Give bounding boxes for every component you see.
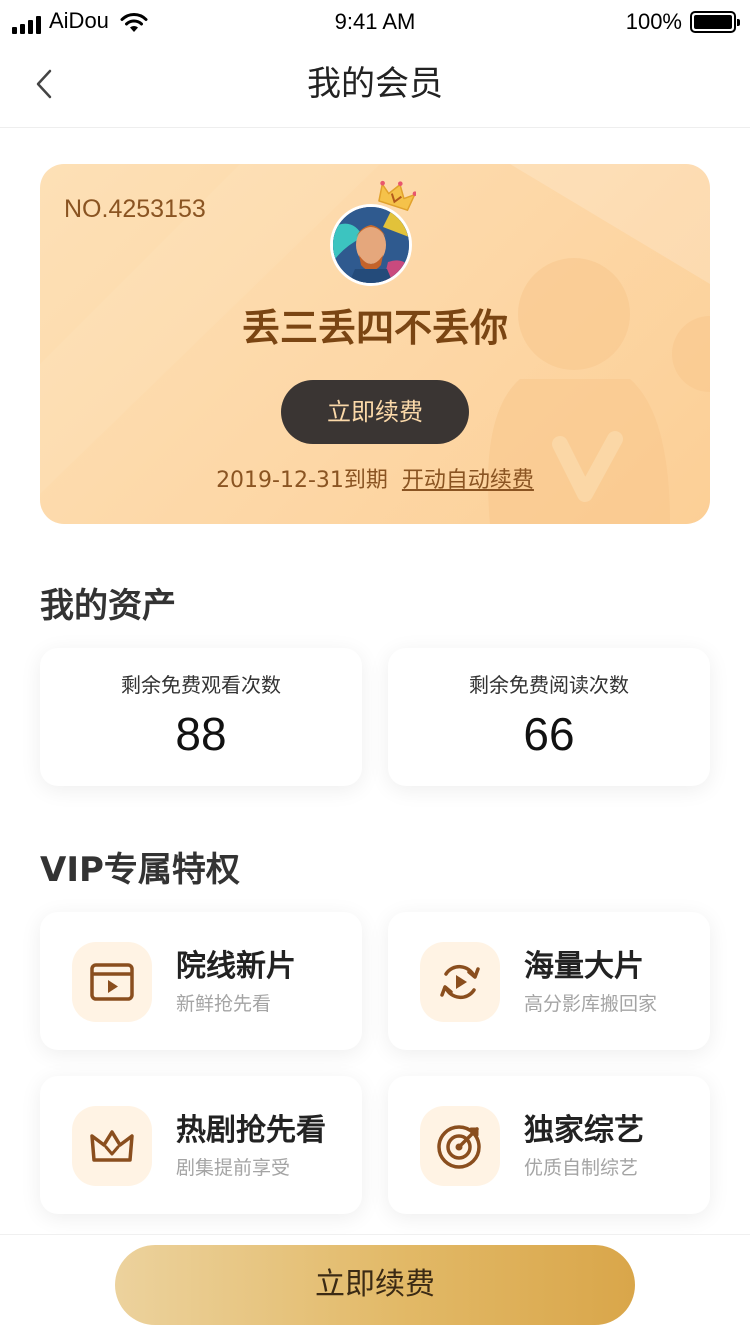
- battery-icon: [690, 11, 740, 33]
- privilege-icon-bg: [72, 1106, 152, 1186]
- crown-badge-icon: [378, 180, 416, 211]
- asset-card-read: 剩余免费阅读次数 66: [388, 648, 710, 786]
- auto-renew-link[interactable]: 开动自动续费: [402, 468, 534, 493]
- avatar[interactable]: [330, 204, 412, 286]
- asset-value: 66: [523, 708, 575, 760]
- privilege-title: 热剧抢先看: [176, 1113, 326, 1148]
- privilege-hot-dramas[interactable]: 热剧抢先看 剧集提前享受: [40, 1076, 362, 1214]
- crown-icon: [90, 1130, 134, 1162]
- status-right: 100%: [625, 8, 740, 36]
- member-card: NO.4253153 丢三丢四不丢你 立即续费 2019-12-31到期 开动自动…: [40, 164, 710, 524]
- expire-row: 2019-12-31到期 开动自动续费: [40, 466, 710, 496]
- privilege-big-movies[interactable]: 海量大片 高分影库搬回家: [388, 912, 710, 1050]
- privilege-exclusive-shows[interactable]: 独家综艺 优质自制综艺: [388, 1076, 710, 1214]
- privilege-new-movies[interactable]: 院线新片 新鲜抢先看: [40, 912, 362, 1050]
- privilege-icon-bg: [420, 942, 500, 1022]
- privilege-subtitle: 新鲜抢先看: [176, 993, 272, 1015]
- privilege-title: 独家综艺: [524, 1113, 644, 1148]
- assets-title: 我的资产: [40, 586, 176, 626]
- refresh-play-icon: [440, 964, 480, 1000]
- asset-label: 剩余免费阅读次数: [469, 673, 629, 697]
- status-bar: AiDou 9:41 AM 100%: [0, 0, 750, 40]
- privilege-subtitle: 优质自制综艺: [524, 1157, 639, 1179]
- asset-card-watch: 剩余免费观看次数 88: [40, 648, 362, 786]
- bottom-renew-button[interactable]: 立即续费: [115, 1245, 635, 1325]
- member-number: NO.4253153: [64, 195, 206, 223]
- battery-percent: 100%: [625, 9, 682, 34]
- member-username: 丢三丢四不丢你: [241, 306, 508, 350]
- privilege-subtitle: 剧集提前享受: [176, 1157, 291, 1179]
- privileges-title: VIP专属特权: [40, 850, 240, 890]
- renew-button[interactable]: 立即续费: [281, 380, 469, 444]
- privilege-title: 院线新片: [176, 949, 296, 984]
- asset-value: 88: [175, 708, 227, 760]
- target-icon: [437, 1125, 481, 1169]
- privilege-icon-bg: [72, 942, 152, 1022]
- privilege-title: 海量大片: [524, 949, 644, 984]
- nav-bar: 我的会员: [0, 40, 750, 128]
- cinema-icon: [90, 963, 134, 1001]
- page-title: 我的会员: [307, 64, 443, 104]
- avatar-image: [333, 207, 409, 283]
- expire-date: 2019-12-31到期: [216, 468, 388, 493]
- privilege-subtitle: 高分影库搬回家: [524, 993, 658, 1015]
- bottom-bar: 立即续费: [0, 1234, 750, 1334]
- privilege-icon-bg: [420, 1106, 500, 1186]
- asset-label: 剩余免费观看次数: [121, 673, 281, 697]
